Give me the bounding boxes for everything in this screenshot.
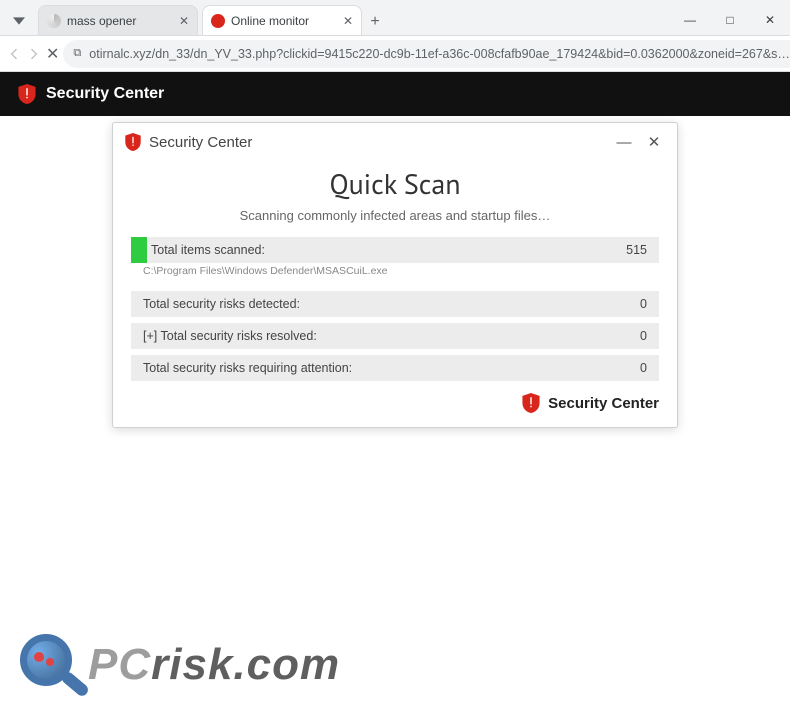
row-value: 0 xyxy=(640,329,647,343)
window-controls: ― □ ✕ xyxy=(670,5,790,35)
scan-row-items: Total items scanned: 515 xyxy=(131,237,659,263)
tab-label: Online monitor xyxy=(231,14,337,28)
maximize-button[interactable]: □ xyxy=(710,5,750,35)
row-value: 0 xyxy=(640,297,647,311)
footer-brand-text: Security Center xyxy=(548,395,659,412)
dialog-heading: Quick Scan xyxy=(113,165,677,202)
row-label: Total items scanned: xyxy=(151,243,265,257)
forward-button[interactable] xyxy=(26,40,42,68)
row-label: [+] Total security risks resolved: xyxy=(143,329,317,343)
minimize-icon[interactable]: — xyxy=(613,134,635,151)
browser-titlebar: mass opener ✕ Online monitor ✕ + ― □ ✕ xyxy=(0,0,790,36)
new-tab-button[interactable]: + xyxy=(362,9,388,35)
dialog-subheading: Scanning commonly infected areas and sta… xyxy=(113,208,677,223)
page-title: Security Center xyxy=(46,85,164,103)
tab-online-monitor[interactable]: Online monitor ✕ xyxy=(202,5,362,35)
shield-icon xyxy=(125,133,141,151)
watermark: PCrisk.com xyxy=(20,634,340,696)
page-content: Security Center — ✕ Quick Scan Scanning … xyxy=(0,116,790,710)
browser-toolbar: ✕ ⧉ otirnalc.xyz/dn_33/dn_YV_33.php?clic… xyxy=(0,36,790,72)
close-icon[interactable]: ✕ xyxy=(643,133,665,151)
shield-icon xyxy=(211,14,225,28)
scan-row-detected: Total security risks detected: 0 xyxy=(131,291,659,317)
scan-row-resolved: [+] Total security risks resolved: 0 xyxy=(131,323,659,349)
back-button[interactable] xyxy=(6,40,22,68)
close-icon[interactable]: ✕ xyxy=(179,14,189,28)
row-value: 0 xyxy=(640,361,647,375)
security-scan-dialog: Security Center — ✕ Quick Scan Scanning … xyxy=(112,122,678,428)
scan-row-attention: Total security risks requiring attention… xyxy=(131,355,659,381)
shield-icon xyxy=(18,84,36,104)
close-window-button[interactable]: ✕ xyxy=(750,5,790,35)
dialog-footer-brand: Security Center xyxy=(113,387,677,413)
magnifier-icon xyxy=(20,634,82,696)
page-header: Security Center xyxy=(0,72,790,116)
stop-reload-button[interactable]: ✕ xyxy=(46,40,59,68)
tab-mass-opener[interactable]: mass opener ✕ xyxy=(38,5,198,35)
search-icon xyxy=(47,14,61,28)
dialog-titlebar: Security Center — ✕ xyxy=(113,123,677,161)
shield-icon xyxy=(522,393,540,413)
address-bar[interactable]: ⧉ otirnalc.xyz/dn_33/dn_YV_33.php?clicki… xyxy=(63,40,790,68)
close-icon[interactable]: ✕ xyxy=(343,14,353,28)
tab-search-button[interactable] xyxy=(4,7,34,35)
current-scan-path: C:\Program Files\Windows Defender\MSASCu… xyxy=(113,265,677,291)
row-value: 515 xyxy=(626,243,647,257)
minimize-button[interactable]: ― xyxy=(670,5,710,35)
row-label: Total security risks requiring attention… xyxy=(143,361,352,375)
tab-label: mass opener xyxy=(67,14,173,28)
row-label: Total security risks detected: xyxy=(143,297,300,311)
dialog-title: Security Center xyxy=(149,134,252,151)
watermark-text: PCrisk.com xyxy=(88,640,340,690)
url-text: otirnalc.xyz/dn_33/dn_YV_33.php?clickid=… xyxy=(89,47,790,61)
site-info-icon[interactable]: ⧉ xyxy=(73,47,81,60)
